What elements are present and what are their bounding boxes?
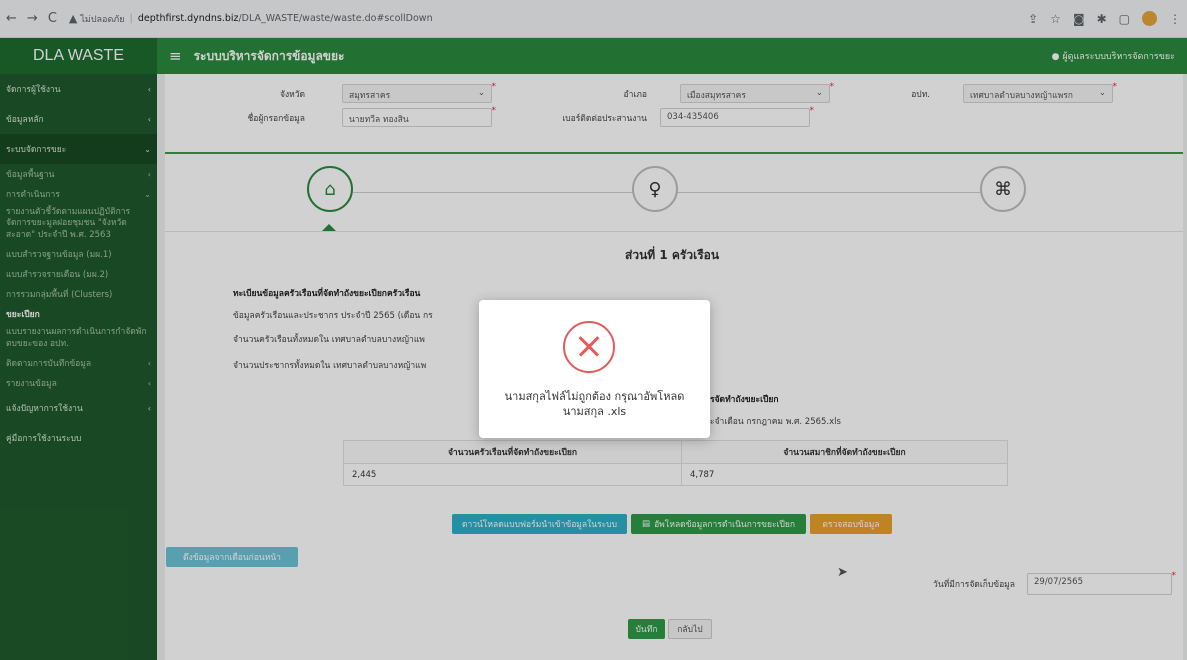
error-message-line2: นามสกุล .xls — [562, 404, 627, 418]
error-x-icon — [563, 321, 615, 373]
error-message-line1: นามสกุลไฟล์ไม่ถูกต้อง กรุณาอัพโหลด — [504, 390, 685, 403]
error-dialog: นามสกุลไฟล์ไม่ถูกต้อง กรุณาอัพโหลด นามสก… — [479, 300, 710, 438]
mouse-cursor-icon: ➤ — [837, 565, 848, 580]
error-message: นามสกุลไฟล์ไม่ถูกต้อง กรุณาอัพโหลด นามสก… — [479, 390, 710, 420]
